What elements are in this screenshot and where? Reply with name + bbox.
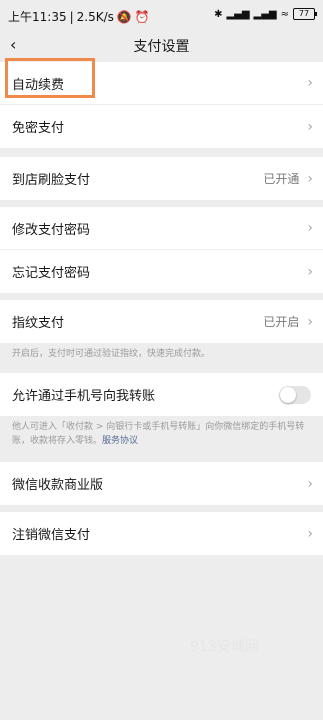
list-item-business[interactable]: 微信收款商业版 › — [0, 462, 323, 505]
signal-icon: ▂▄▆ — [226, 8, 250, 20]
chevron-right-icon: › — [307, 313, 313, 330]
alarm-icon: ⏰ — [134, 9, 150, 24]
status-speed: 2.5K/s — [76, 9, 114, 24]
chevron-right-icon: › — [307, 525, 313, 542]
watermark: 913安城网 — [190, 639, 259, 655]
row-label: 微信收款商业版 — [12, 478, 104, 493]
mute-icon: 🔕 — [116, 9, 132, 24]
status-bar: 上午11:35 | 2.5K/s 🔕 ⏰ ✱ ▂▄▆ ▂▄▆ ≈ 77 — [0, 0, 323, 30]
service-agreement-link[interactable]: 服务协议 — [102, 436, 138, 446]
row-label: 指纹支付 — [12, 316, 65, 331]
wifi-icon: ≈ — [280, 8, 289, 20]
bluetooth-icon: ✱ — [214, 8, 223, 20]
fingerprint-note: 开启后，支付时可通过验证指纹，快速完成付款。 — [12, 349, 211, 359]
row-value: 已开通 — [263, 172, 300, 186]
row-label: 允许通过手机号向我转账 — [12, 389, 156, 404]
nav-bar: ‹ 支付设置 — [0, 30, 323, 60]
transfer-note-text: 他人可进入「收付款 > 向银行卡或手机号转账」向你微信绑定的手机号转账，收款将存… — [12, 422, 305, 446]
page-title: 支付设置 — [133, 39, 190, 55]
list-item-password-free[interactable]: 免密支付 › — [0, 105, 323, 148]
list-item-forgot-password[interactable]: 忘记支付密码 › — [0, 250, 323, 293]
chevron-right-icon: › — [307, 75, 313, 91]
status-right: ✱ ▂▄▆ ▂▄▆ ≈ 77 — [214, 8, 317, 20]
row-label: 修改支付密码 — [12, 222, 91, 238]
list-item-face-pay[interactable]: 到店刷脸支付 已开通 › — [0, 157, 323, 200]
group-business: 微信收款商业版 › — [0, 462, 323, 505]
highlight-box — [5, 58, 95, 98]
status-left: 上午11:35 | 2.5K/s 🔕 ⏰ — [8, 8, 150, 25]
chevron-right-icon: › — [307, 263, 313, 280]
toggle-knob — [280, 386, 296, 403]
row-label: 忘记支付密码 — [12, 266, 91, 281]
group-fingerprint: 指纹支付 已开启 › — [0, 300, 323, 343]
row-label: 到店刷脸支付 — [12, 173, 91, 188]
group-phone-transfer: 允许通过手机号向我转账 — [0, 373, 323, 416]
status-time: 上午11:35 — [8, 10, 67, 24]
row-value: 已开启 — [263, 315, 300, 329]
list-item-fingerprint[interactable]: 指纹支付 已开启 › — [0, 300, 323, 343]
row-label: 注销微信支付 — [12, 528, 91, 543]
signal-icon-2: ▂▄▆ — [253, 8, 277, 20]
chevron-right-icon: › — [307, 118, 313, 135]
transfer-note: 他人可进入「收付款 > 向银行卡或手机号转账」向你微信绑定的手机号转账，收款将存… — [12, 420, 312, 448]
phone-transfer-toggle[interactable] — [279, 385, 311, 404]
group-password: 修改支付密码 › 忘记支付密码 › — [0, 207, 323, 293]
chevron-right-icon: › — [307, 170, 313, 187]
list-item-cancel-pay[interactable]: 注销微信支付 › — [0, 512, 323, 555]
battery-icon: 77 — [293, 8, 317, 20]
list-item-change-password[interactable]: 修改支付密码 › — [0, 207, 323, 250]
chevron-right-icon: › — [307, 475, 313, 492]
list-item-phone-transfer: 允许通过手机号向我转账 — [0, 373, 323, 416]
group-cancel: 注销微信支付 › — [0, 512, 323, 555]
group-face-pay: 到店刷脸支付 已开通 › — [0, 157, 323, 200]
chevron-right-icon: › — [307, 220, 313, 236]
row-label: 免密支付 — [12, 121, 65, 136]
status-separator: | — [69, 9, 74, 24]
